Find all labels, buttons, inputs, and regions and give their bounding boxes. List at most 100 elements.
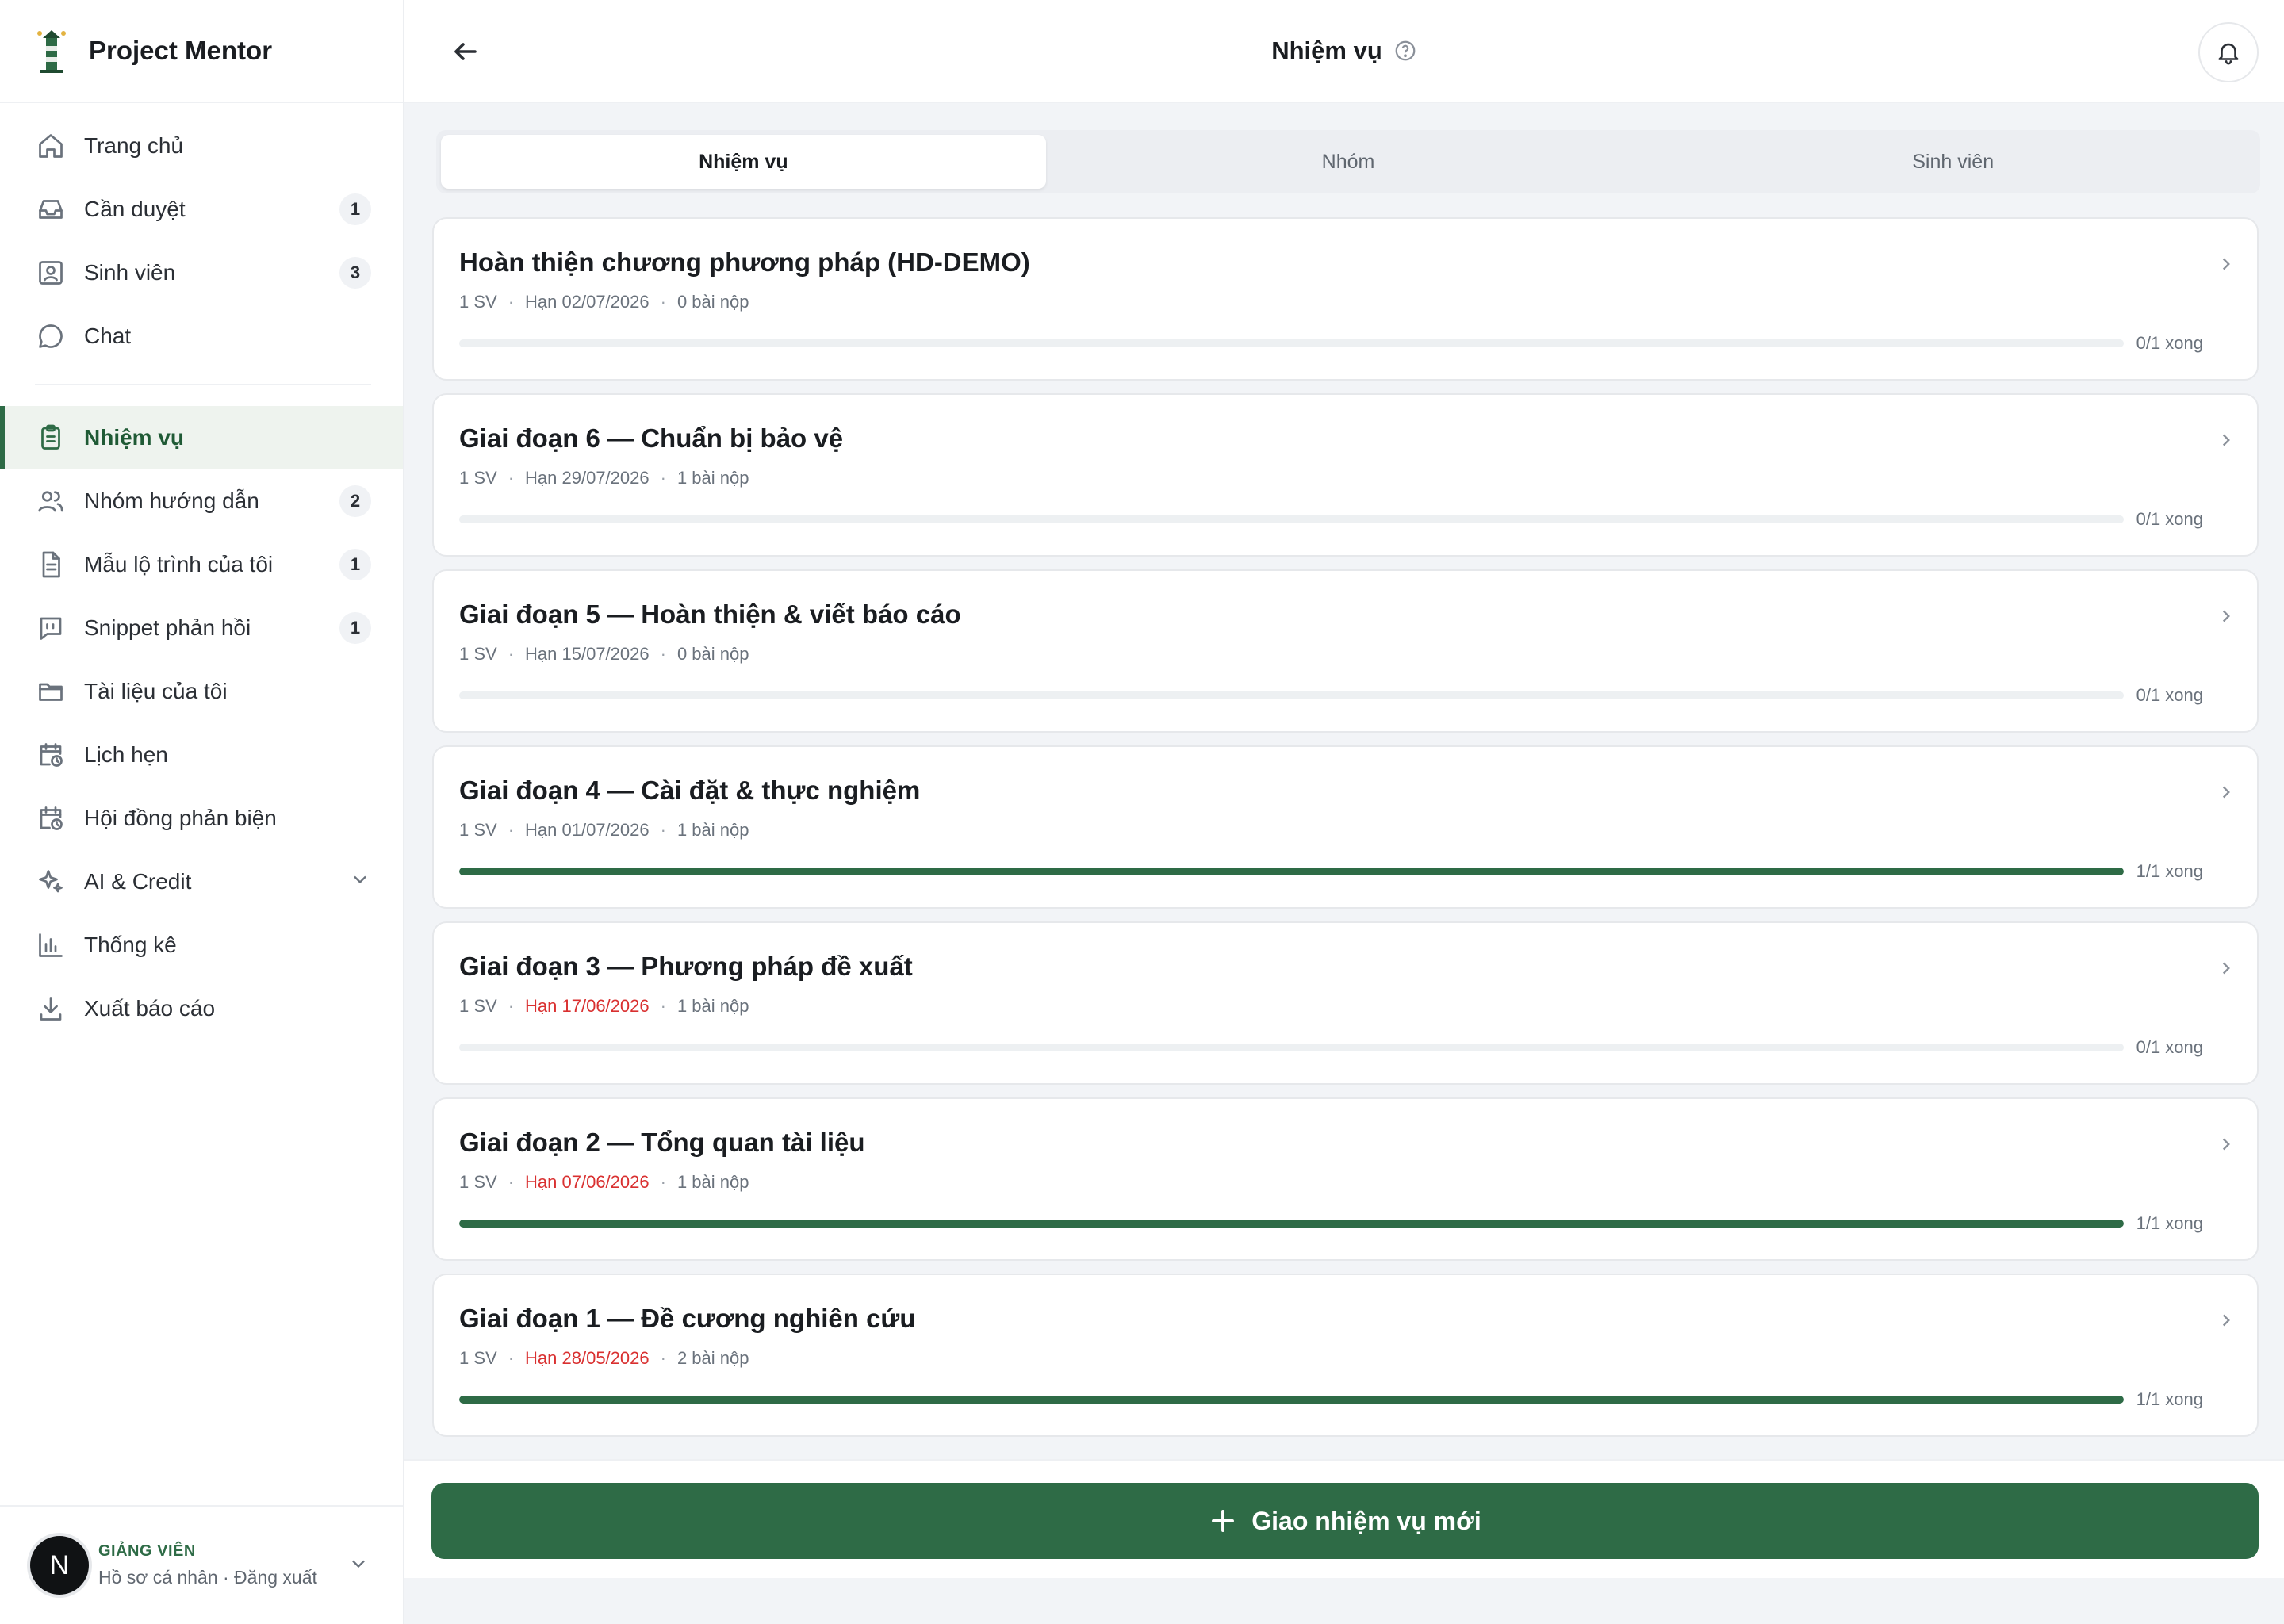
task-submission-count: 1 bài nộp	[676, 468, 749, 488]
progress-label: 1/1 xong	[2136, 861, 2203, 881]
task-title: Giai đoạn 6 — Chuẩn bị bảo vệ	[459, 423, 844, 453]
folder-icon	[35, 676, 67, 707]
brand-name: Project Mentor	[89, 36, 273, 65]
chevron-right-icon	[2216, 1134, 2236, 1159]
task-card[interactable]: Giai đoạn 5 — Hoàn thiện & viết báo cáo …	[432, 569, 2259, 733]
progress-track	[459, 339, 2124, 347]
chevron-right-icon	[2216, 254, 2236, 278]
task-student-count: 1 SV	[459, 1348, 497, 1368]
sidebar-item-chat[interactable]: Chat	[0, 304, 403, 368]
task-due-date: Hạn 01/07/2026	[525, 820, 650, 840]
task-card[interactable]: Giai đoạn 4 — Cài đặt & thực nghiệm 1 SV…	[432, 745, 2259, 909]
sidebar-item-appointments[interactable]: Lịch hẹn	[0, 723, 403, 787]
assign-new-task-button[interactable]: Giao nhiệm vụ mới	[431, 1483, 2259, 1559]
avatar[interactable]: N	[30, 1536, 89, 1595]
sidebar-item-review-council[interactable]: Hội đồng phản biện	[0, 787, 403, 850]
sidebar-item-label: Hội đồng phản biện	[84, 806, 277, 830]
task-submission-count: 1 bài nộp	[676, 820, 749, 840]
task-student-count: 1 SV	[459, 468, 497, 488]
task-progress: 1/1 xong	[459, 1213, 2232, 1234]
tab-students[interactable]: Sinh viên	[1650, 135, 2255, 189]
task-due-date: Hạn 28/05/2026	[525, 1348, 650, 1368]
sidebar-item-tasks[interactable]: Nhiệm vụ	[0, 406, 403, 469]
help-circle-icon[interactable]	[1393, 39, 1417, 63]
sidebar-item-label: Snippet phản hồi	[84, 615, 251, 640]
back-button[interactable]	[446, 32, 485, 71]
chevron-right-icon	[2216, 430, 2236, 454]
download-icon	[35, 993, 67, 1025]
bottom-action-bar: Giao nhiệm vụ mới	[404, 1459, 2284, 1578]
chevron-down-icon[interactable]	[347, 1553, 370, 1579]
sidebar-item-students[interactable]: Sinh viên 3	[0, 241, 403, 304]
assign-new-task-label: Giao nhiệm vụ mới	[1251, 1506, 1481, 1535]
notifications-button[interactable]	[2198, 22, 2259, 82]
separator-dot: ·	[660, 644, 666, 664]
separator-dot: ·	[660, 292, 666, 312]
separator-dot: ·	[508, 292, 515, 312]
sidebar-item-review[interactable]: Cần duyệt 1	[0, 178, 403, 241]
brand[interactable]: Project Mentor	[0, 0, 403, 103]
document-icon	[35, 549, 67, 580]
sidebar-item-feedback-snippets[interactable]: Snippet phản hồi 1	[0, 596, 403, 660]
tab-tasks[interactable]: Nhiệm vụ	[441, 135, 1046, 189]
tab-groups[interactable]: Nhóm	[1046, 135, 1651, 189]
sidebar-item-label: Chat	[84, 324, 132, 348]
user-profile[interactable]: N GIẢNG VIÊN Hồ sơ cá nhân · Đăng xuất	[0, 1505, 403, 1624]
task-due-date: Hạn 07/06/2026	[525, 1172, 650, 1192]
task-card[interactable]: Giai đoạn 6 — Chuẩn bị bảo vệ 1 SV · Hạn…	[432, 393, 2259, 557]
separator-dot: ·	[508, 468, 515, 488]
task-submission-count: 1 bài nộp	[676, 996, 749, 1016]
progress-label: 0/1 xong	[2136, 509, 2203, 529]
separator-dot: ·	[508, 820, 515, 840]
sidebar-item-documents[interactable]: Tài liệu của tôi	[0, 660, 403, 723]
task-due-date: Hạn 29/07/2026	[525, 468, 650, 488]
progress-track	[459, 1044, 2124, 1051]
task-card[interactable]: Giai đoạn 3 — Phương pháp đề xuất 1 SV ·…	[432, 921, 2259, 1085]
progress-fill	[459, 868, 2124, 875]
task-meta: 1 SV · Hạn 01/07/2026 · 1 bài nộp	[459, 820, 2232, 841]
separator-dot: ·	[508, 1348, 515, 1368]
user-role: GIẢNG VIÊN	[98, 1542, 196, 1560]
sidebar-item-label: AI & Credit	[84, 869, 192, 894]
page-title: Nhiệm vụ	[1271, 36, 1382, 64]
chevron-down-icon[interactable]	[349, 868, 371, 896]
progress-label: 1/1 xong	[2136, 1213, 2203, 1233]
task-meta: 1 SV · Hạn 28/05/2026 · 2 bài nộp	[459, 1348, 2232, 1369]
home-icon	[35, 130, 67, 162]
sidebar-item-ai-credit[interactable]: AI & Credit	[0, 850, 403, 914]
task-meta: 1 SV · Hạn 02/07/2026 · 0 bài nộp	[459, 292, 2232, 312]
sidebar: Project Mentor Trang chủ Cần duyệt 1 Sin…	[0, 0, 404, 1624]
count-badge: 2	[339, 485, 371, 517]
sidebar-item-groups[interactable]: Nhóm hướng dẫn 2	[0, 469, 403, 533]
task-title: Giai đoạn 1 — Đề cương nghiên cứu	[459, 1304, 916, 1333]
bar-chart-icon	[35, 929, 67, 961]
task-list: Hoàn thiện chương phương pháp (HD-DEMO) …	[432, 217, 2259, 1450]
chevron-right-icon	[2216, 606, 2236, 630]
sidebar-item-export-report[interactable]: Xuất báo cáo	[0, 977, 403, 1040]
task-meta: 1 SV · Hạn 15/07/2026 · 0 bài nộp	[459, 644, 2232, 665]
user-links[interactable]: Hồ sơ cá nhân · Đăng xuất	[98, 1567, 347, 1588]
task-card[interactable]: Giai đoạn 2 — Tổng quan tài liệu 1 SV · …	[432, 1097, 2259, 1261]
arrow-left-icon	[454, 43, 477, 60]
sidebar-item-roadmap-templates[interactable]: Mẫu lộ trình của tôi 1	[0, 533, 403, 596]
sidebar-item-home[interactable]: Trang chủ	[0, 114, 403, 178]
chevron-right-icon	[2216, 1310, 2236, 1335]
sparkles-icon	[35, 866, 67, 898]
task-due-date: Hạn 17/06/2026	[525, 996, 650, 1016]
progress-track	[459, 1396, 2124, 1404]
sidebar-item-statistics[interactable]: Thống kê	[0, 914, 403, 977]
count-badge: 1	[339, 193, 371, 225]
separator-dot: ·	[660, 1348, 666, 1368]
task-card[interactable]: Giai đoạn 1 — Đề cương nghiên cứu 1 SV ·…	[432, 1274, 2259, 1437]
sidebar-item-label: Lịch hẹn	[84, 742, 168, 767]
progress-track	[459, 1220, 2124, 1228]
task-submission-count: 0 bài nộp	[676, 644, 749, 664]
progress-fill	[459, 1396, 2124, 1404]
progress-label: 0/1 xong	[2136, 1037, 2203, 1057]
task-student-count: 1 SV	[459, 820, 497, 840]
progress-label: 0/1 xong	[2136, 685, 2203, 705]
task-card[interactable]: Hoàn thiện chương phương pháp (HD-DEMO) …	[432, 217, 2259, 381]
sidebar-item-label: Mẫu lộ trình của tôi	[84, 552, 274, 576]
task-title: Giai đoạn 4 — Cài đặt & thực nghiệm	[459, 776, 921, 805]
users-icon	[35, 485, 67, 517]
